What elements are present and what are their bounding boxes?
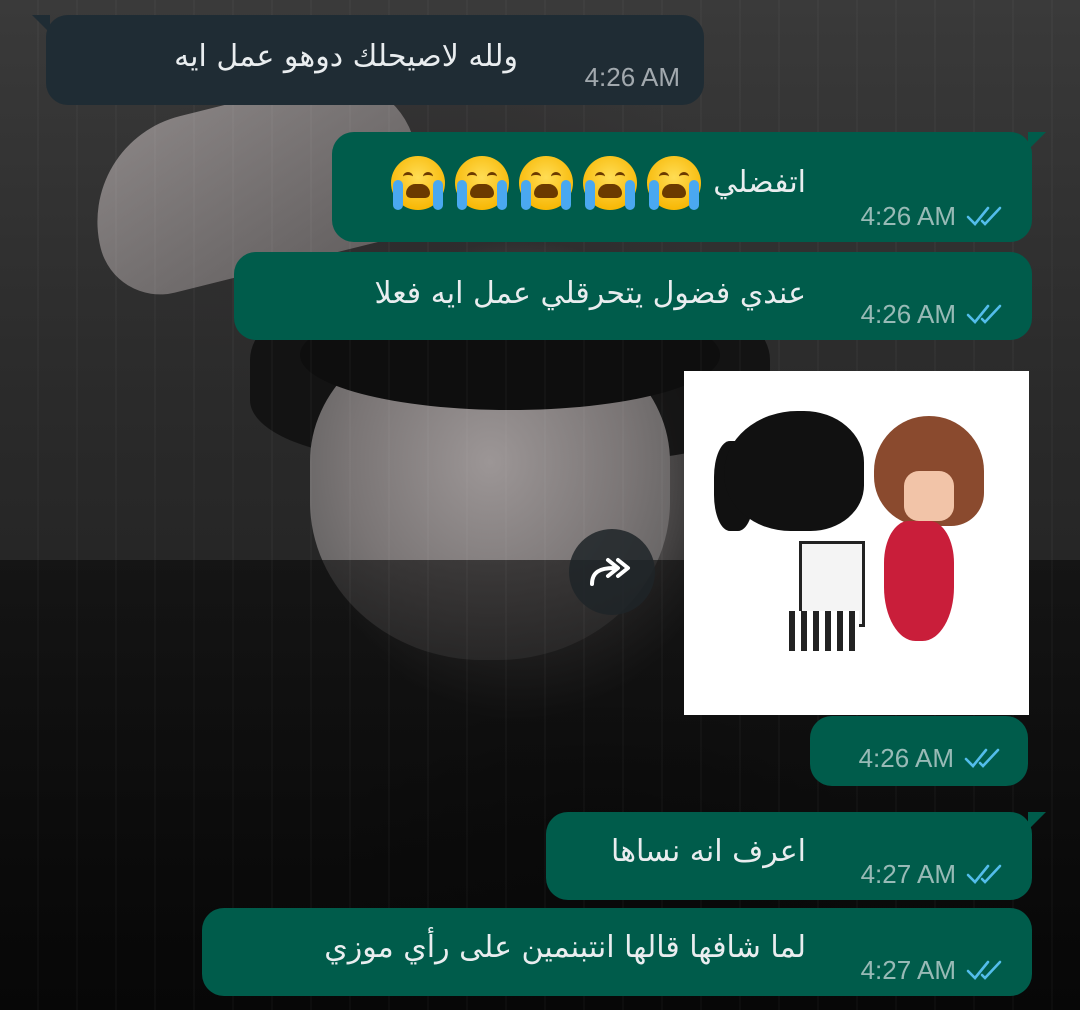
forward-icon xyxy=(590,558,630,586)
double-check-icon xyxy=(966,206,1002,226)
loudly-crying-face-icon xyxy=(583,156,638,210)
loudly-crying-face-icon xyxy=(519,156,574,210)
message-time: 4:26 AM xyxy=(860,299,956,329)
message-time: 4:26 AM xyxy=(860,201,956,231)
outgoing-message[interactable]: عندي فضول يتحرقلي عمل ايه فعلا 4:26 AM xyxy=(234,252,1032,340)
loudly-crying-face-icon xyxy=(647,156,702,210)
message-text: اعرف انه نساها xyxy=(611,834,806,869)
loudly-crying-face-icon xyxy=(455,156,510,210)
loudly-crying-face-icon xyxy=(391,156,446,210)
outgoing-message[interactable]: اعرف انه نساها 4:27 AM xyxy=(546,812,1046,900)
double-check-icon xyxy=(964,748,1000,768)
message-text: لما شافها قالها انتبنمين على رأي موزي xyxy=(324,930,806,965)
double-check-icon xyxy=(966,304,1002,324)
sticker-meta: 4:26 AM xyxy=(810,716,1028,786)
forward-button[interactable] xyxy=(569,529,655,615)
message-time: 4:26 AM xyxy=(858,743,954,773)
message-time: 4:26 AM xyxy=(584,62,680,92)
couple-hug-sticker[interactable] xyxy=(684,371,1029,715)
outgoing-message[interactable]: لما شافها قالها انتبنمين على رأي موزي 4:… xyxy=(202,908,1032,996)
outgoing-message[interactable]: اتفضلي 4:26 AM xyxy=(332,132,1046,242)
incoming-message[interactable]: ولله لاصيحلك دوهو عمل ايه 4:26 AM xyxy=(32,15,704,105)
double-check-icon xyxy=(966,864,1002,884)
message-text: عندي فضول يتحرقلي عمل ايه فعلا xyxy=(374,276,806,311)
message-text: ولله لاصيحلك دوهو عمل ايه xyxy=(174,39,518,74)
message-time: 4:27 AM xyxy=(860,955,956,985)
message-time: 4:27 AM xyxy=(860,859,956,889)
double-check-icon xyxy=(966,960,1002,980)
message-text: اتفضلي xyxy=(713,165,806,200)
